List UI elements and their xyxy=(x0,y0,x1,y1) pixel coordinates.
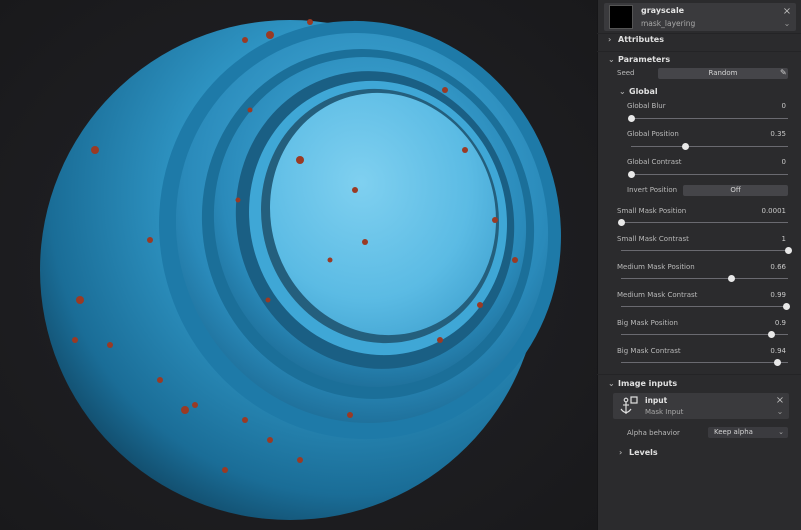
slider-handle[interactable] xyxy=(627,171,635,178)
small-mask-position-slider[interactable] xyxy=(617,219,788,226)
big-mask-contrast-slider[interactable] xyxy=(621,359,788,366)
section-levels[interactable]: › Levels xyxy=(619,448,658,457)
close-icon[interactable]: × xyxy=(782,7,792,17)
chevron-down-icon[interactable]: ⌄ xyxy=(782,20,792,28)
section-label: Attributes xyxy=(618,35,664,44)
material-preview-sphere xyxy=(40,19,561,520)
invert-position-toggle[interactable]: Off xyxy=(683,185,788,196)
medium-mask-contrast-slider[interactable] xyxy=(621,303,790,310)
chevron-down-icon: ⌄ xyxy=(608,55,615,64)
chevron-down-icon: ⌄ xyxy=(778,428,784,436)
divider xyxy=(597,374,801,375)
section-label: Global xyxy=(629,87,658,96)
image-input-card[interactable]: input Mask Input × ⌄ xyxy=(613,393,789,419)
color-swatch[interactable] xyxy=(609,5,633,29)
material-subtitle: mask_layering xyxy=(641,19,696,28)
section-attributes[interactable]: › Attributes xyxy=(608,35,664,44)
pencil-icon[interactable]: ✎ xyxy=(780,68,787,77)
chevron-right-icon: › xyxy=(608,35,612,44)
slider-handle[interactable] xyxy=(767,331,775,338)
global-position-label: Global Position xyxy=(627,130,679,138)
small-mask-position-label: Small Mask Position xyxy=(617,207,687,215)
global-blur-label: Global Blur xyxy=(627,102,666,110)
section-label: Parameters xyxy=(618,55,671,64)
chevron-right-icon: › xyxy=(619,448,623,457)
slider-handle[interactable] xyxy=(782,303,790,310)
random-seed-button[interactable]: Random xyxy=(658,68,788,79)
big-mask-position-slider[interactable] xyxy=(621,331,788,338)
big-mask-position-value[interactable]: 0.9 xyxy=(746,319,786,327)
small-mask-contrast-label: Small Mask Contrast xyxy=(617,235,689,243)
medium-mask-contrast-label: Medium Mask Contrast xyxy=(617,291,698,299)
slider-handle[interactable] xyxy=(784,247,792,254)
small-mask-contrast-slider[interactable] xyxy=(621,247,792,254)
chevron-down-icon[interactable]: ⌄ xyxy=(775,408,785,416)
global-position-value[interactable]: 0.35 xyxy=(746,130,786,138)
material-header-card[interactable]: grayscale mask_layering × ⌄ xyxy=(604,3,796,31)
small-mask-contrast-value[interactable]: 1 xyxy=(746,235,786,243)
alpha-behavior-select[interactable]: Keep alpha ⌄ xyxy=(708,427,788,438)
alpha-behavior-label: Alpha behavior xyxy=(627,429,680,437)
section-global[interactable]: ⌄ Global xyxy=(619,87,658,96)
section-label: Image inputs xyxy=(618,379,678,388)
section-parameters[interactable]: ⌄ Parameters xyxy=(608,55,670,64)
small-mask-position-value[interactable]: 0.0001 xyxy=(746,207,787,215)
chevron-down-icon: ⌄ xyxy=(619,87,626,96)
big-mask-position-label: Big Mask Position xyxy=(617,319,678,327)
invert-position-label: Invert Position xyxy=(627,186,678,194)
global-blur-value[interactable]: 0 xyxy=(746,102,786,110)
big-mask-contrast-label: Big Mask Contrast xyxy=(617,347,681,355)
medium-mask-position-value[interactable]: 0.66 xyxy=(746,263,786,271)
chevron-down-icon: ⌄ xyxy=(608,379,615,388)
anchor-icon xyxy=(620,396,638,414)
slider-handle[interactable] xyxy=(627,115,635,122)
global-blur-slider[interactable] xyxy=(627,115,788,122)
section-image-inputs[interactable]: ⌄ Image inputs xyxy=(608,379,677,388)
alpha-behavior-value: Keep alpha xyxy=(714,428,753,436)
section-label: Levels xyxy=(629,448,658,457)
slider-handle[interactable] xyxy=(727,275,735,282)
divider xyxy=(597,51,801,52)
divider xyxy=(597,33,801,34)
3d-viewport[interactable] xyxy=(0,0,597,530)
global-contrast-slider[interactable] xyxy=(627,171,788,178)
input-title: input xyxy=(645,396,668,405)
medium-mask-contrast-value[interactable]: 0.99 xyxy=(746,291,786,299)
global-position-slider[interactable] xyxy=(631,143,788,150)
big-mask-contrast-value[interactable]: 0.94 xyxy=(746,347,786,355)
global-contrast-label: Global Contrast xyxy=(627,158,682,166)
input-subtitle: Mask Input xyxy=(645,408,684,416)
global-contrast-value[interactable]: 0 xyxy=(746,158,786,166)
material-title: grayscale xyxy=(641,6,685,15)
medium-mask-position-slider[interactable] xyxy=(621,275,788,282)
medium-mask-position-label: Medium Mask Position xyxy=(617,263,695,271)
close-icon[interactable]: × xyxy=(775,396,785,406)
seed-label: Seed xyxy=(617,69,635,77)
slider-handle[interactable] xyxy=(617,219,625,226)
